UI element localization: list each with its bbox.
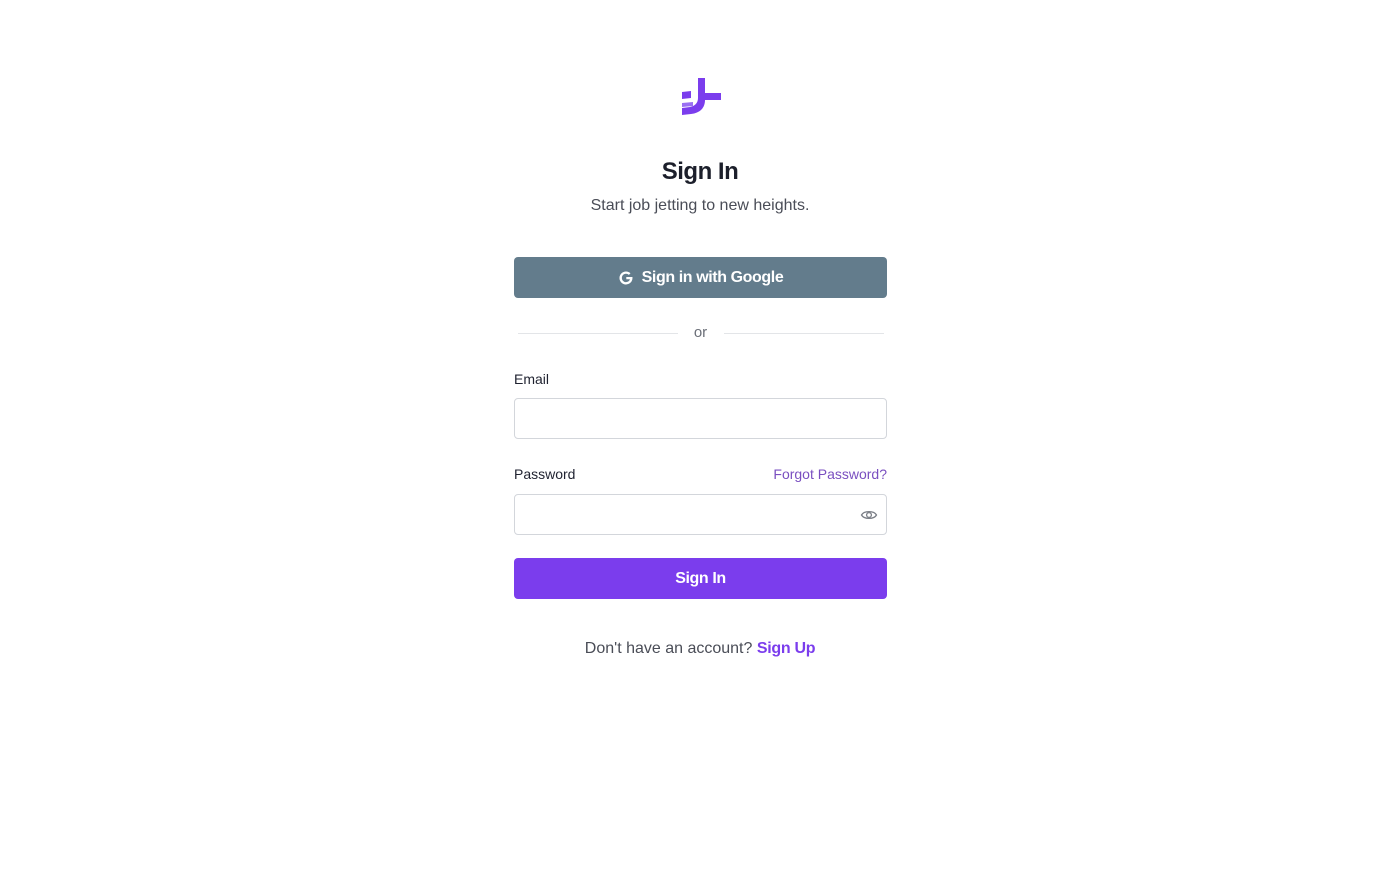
email-label: Email (514, 371, 550, 387)
jetting-plus-logo-icon (682, 78, 721, 115)
sign-in-page: Sign In Start job jetting to new heights… (0, 0, 1400, 875)
password-label: Password (514, 466, 576, 482)
sign-up-prompt: Don't have an account? Sign Up (0, 640, 1400, 658)
forgot-password-link[interactable]: Forgot Password? (773, 466, 887, 482)
sign-in-button-label: Sign In (675, 569, 726, 587)
password-field[interactable] (514, 494, 887, 535)
divider-line-right (724, 333, 884, 334)
sign-up-link[interactable]: Sign Up (757, 640, 816, 657)
sign-in-with-google-button[interactable]: Sign in with Google (514, 257, 887, 298)
or-divider: or (514, 323, 887, 343)
page-title: Sign In (661, 158, 739, 185)
google-g-icon (619, 270, 633, 284)
email-field[interactable] (514, 398, 887, 439)
sign-up-prompt-text: Don't have an account? (584, 640, 753, 657)
sign-in-button[interactable]: Sign In (514, 558, 887, 599)
page-subtitle: Start job jetting to new heights. (590, 197, 810, 214)
eye-icon[interactable] (860, 506, 878, 524)
sign-in-with-google-label: Sign in with Google (641, 268, 784, 286)
